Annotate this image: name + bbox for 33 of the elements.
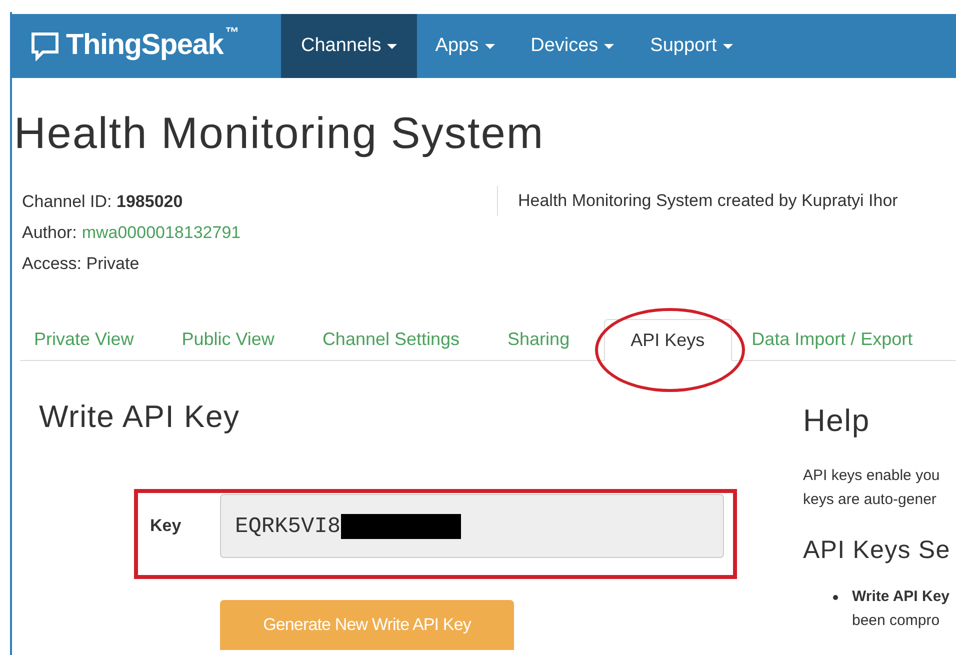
key-label: Key <box>150 515 182 538</box>
author-label: Author: <box>22 222 77 244</box>
nav-menu[interactable]: Channels <box>281 14 418 78</box>
caret-icon <box>604 44 614 48</box>
bullet-title: Write API Key <box>852 587 950 607</box>
brand-logo[interactable]: ThingSpeak$^{™}$ <box>66 24 238 68</box>
caret-icon <box>387 44 398 48</box>
channel-id: Channel ID: 1985020 <box>22 191 184 213</box>
tab[interactable]: Sharing <box>494 318 584 360</box>
tab[interactable]: API Keys <box>604 319 732 361</box>
channel-description: Health Monitoring System created by Kupratyi Ihor <box>518 191 898 210</box>
tab[interactable]: Data Import / Export <box>738 318 927 360</box>
tab[interactable]: Public View <box>168 318 288 360</box>
help-text-line: keys are auto-gener <box>803 490 938 510</box>
bullet-text: been compro <box>852 611 941 631</box>
help-text-line: API keys enable you <box>803 466 941 486</box>
access-text: Access: Private <box>22 253 140 275</box>
author-link[interactable]: mwa0000018132791 <box>82 217 241 248</box>
key-value: EQRK5VI8 <box>235 512 341 540</box>
nav-menu[interactable]: Devices <box>512 14 632 78</box>
tab[interactable]: Channel Settings <box>308 318 474 360</box>
caret-icon <box>484 44 495 48</box>
page-title: Health Monitoring System <box>14 112 546 156</box>
help-heading: Help <box>803 405 871 436</box>
speech-bubble-icon <box>30 31 60 61</box>
caret-icon <box>722 44 733 48</box>
section-heading: Write API Key <box>39 401 241 432</box>
tab[interactable]: Private View <box>20 318 148 360</box>
nav-menu[interactable]: Support <box>632 14 751 78</box>
subheading: API Keys Se <box>803 538 950 563</box>
nav-menu[interactable]: Apps <box>417 14 513 78</box>
key-field[interactable]: EQRK5VI8 <box>220 494 724 558</box>
bullet-icon <box>833 595 838 600</box>
